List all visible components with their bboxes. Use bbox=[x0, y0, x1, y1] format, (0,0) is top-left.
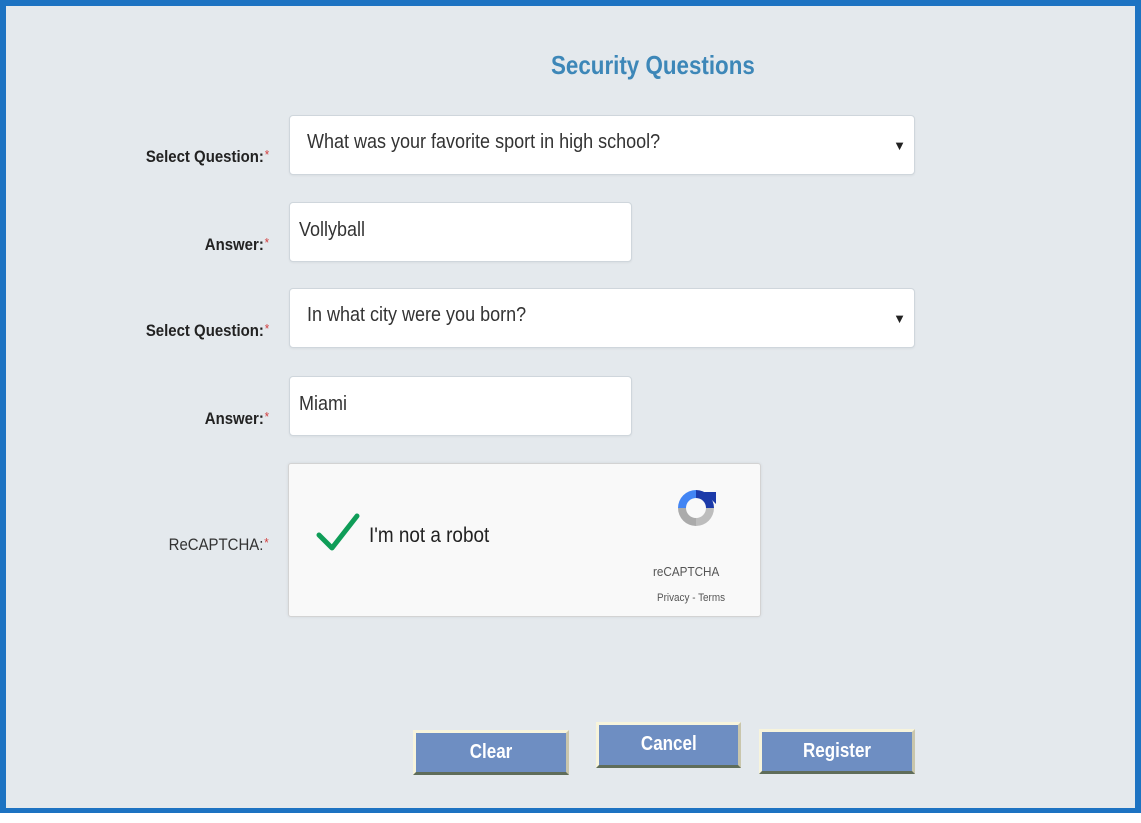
question-2-label: Select Question:* bbox=[146, 321, 269, 341]
cancel-button[interactable]: Cancel bbox=[596, 722, 741, 768]
register-button[interactable]: Register bbox=[759, 729, 915, 774]
answer-1-field[interactable]: Vollyball bbox=[289, 202, 632, 262]
captcha-checkbox-label: I'm not a robot bbox=[369, 524, 490, 547]
recaptcha-widget: I'm not a robot reCAPTCHA Privacy - Term… bbox=[288, 463, 761, 617]
captcha-label-text: ReCAPTCHA: bbox=[168, 535, 264, 554]
question-2-select[interactable]: In what city were you born? ▼ bbox=[289, 288, 915, 348]
answer-1-value: Vollyball bbox=[299, 219, 366, 241]
recaptcha-privacy-terms-links[interactable]: Privacy - Terms bbox=[657, 592, 725, 604]
question-1-select[interactable]: What was your favorite sport in high sch… bbox=[289, 115, 915, 175]
clear-button[interactable]: Clear bbox=[413, 730, 569, 775]
answer-1-label-text: Answer: bbox=[204, 235, 264, 254]
captcha-label: ReCAPTCHA:* bbox=[169, 535, 269, 555]
required-marker: * bbox=[264, 235, 269, 250]
chevron-down-icon[interactable]: ▼ bbox=[893, 138, 906, 153]
answer-2-label: Answer:* bbox=[205, 409, 269, 429]
question-2-selected-value: In what city were you born? bbox=[307, 304, 527, 326]
required-marker: * bbox=[264, 535, 269, 550]
answer-1-label: Answer:* bbox=[205, 235, 269, 255]
page-title: Security Questions bbox=[551, 50, 755, 80]
clear-button-label: Clear bbox=[469, 741, 513, 763]
required-marker: * bbox=[264, 409, 269, 424]
answer-2-label-text: Answer: bbox=[204, 409, 264, 428]
answer-2-field[interactable]: Miami bbox=[289, 376, 632, 436]
register-button-label: Register bbox=[802, 740, 872, 762]
security-questions-panel: Security Questions Select Question:* Wha… bbox=[0, 0, 1141, 813]
question-2-label-text: Select Question: bbox=[145, 321, 264, 340]
checkmark-icon[interactable] bbox=[315, 510, 361, 556]
answer-2-value: Miami bbox=[299, 393, 348, 415]
recaptcha-brand: reCAPTCHA bbox=[653, 564, 720, 579]
chevron-down-icon[interactable]: ▼ bbox=[893, 311, 906, 326]
question-1-selected-value: What was your favorite sport in high sch… bbox=[307, 131, 661, 153]
recaptcha-logo-icon bbox=[678, 490, 716, 526]
required-marker: * bbox=[264, 147, 269, 162]
cancel-button-label: Cancel bbox=[640, 733, 697, 755]
question-1-label: Select Question:* bbox=[146, 147, 269, 167]
question-1-label-text: Select Question: bbox=[145, 147, 264, 166]
required-marker: * bbox=[264, 321, 269, 336]
